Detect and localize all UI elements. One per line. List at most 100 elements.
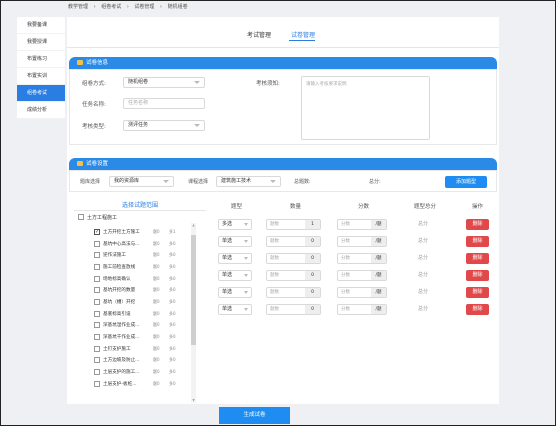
type-total-value: 总分 — [418, 221, 429, 227]
question-type-select[interactable]: 单选 — [218, 253, 252, 264]
count-stepper[interactable]: 0 — [305, 288, 320, 297]
type-select[interactable]: 测评任务 — [123, 120, 205, 131]
tree-item[interactable]: 土钉支护施工 题0 多0 — [94, 343, 202, 355]
checkbox[interactable] — [94, 357, 100, 364]
question-type-value: 单选 — [222, 272, 233, 278]
scroll-up-icon[interactable]: ▲ — [191, 223, 196, 228]
count-badge: 多0 — [169, 369, 176, 375]
tree-item[interactable]: 土层支护-板桩... 题0 多0 — [94, 378, 202, 390]
breadcrumb-item[interactable]: 组卷考试 — [101, 4, 121, 10]
count-stepper[interactable]: 0 — [305, 271, 320, 280]
sidebar-item-exercise[interactable]: 布置练习 — [17, 51, 65, 68]
tree-item[interactable]: 场地标高确认 题0 多0 — [94, 273, 202, 285]
tree-item[interactable]: ✓ 土方开挖土方施工 题0 多1 — [94, 226, 202, 238]
sidebar: 我要备课 我要授课 布置练习 布置实训 组卷考试 成绩分析 — [17, 17, 65, 119]
checkbox[interactable] — [94, 287, 100, 294]
score-input[interactable]: 分数/题 — [337, 236, 387, 247]
course-select[interactable]: 建筑施工技术 — [216, 176, 281, 187]
delete-button[interactable]: 删除 — [466, 270, 489, 281]
count-badge: 题0 — [153, 357, 160, 363]
count-stepper[interactable]: 0 — [305, 237, 320, 246]
question-type-select[interactable]: 单选 — [218, 270, 252, 281]
sidebar-item-teach[interactable]: 我要授课 — [17, 34, 65, 51]
delete-button[interactable]: 删除 — [466, 253, 489, 264]
count-input[interactable]: 题数 0 — [266, 236, 321, 247]
question-type-select[interactable]: 多选 — [218, 219, 252, 230]
mode-select[interactable]: 随机组卷 — [123, 77, 205, 88]
chevron-down-icon — [244, 308, 248, 311]
breadcrumb-separator: › — [126, 4, 129, 10]
breadcrumb-separator: › — [160, 4, 163, 10]
delete-button[interactable]: 删除 — [466, 287, 489, 298]
breadcrumb-item[interactable]: 教学管理 — [68, 4, 88, 10]
scrollbar[interactable]: ▲ ▼ — [191, 223, 196, 403]
notice-textarea[interactable]: 请输入考核要求说明 — [301, 76, 430, 140]
tree-item[interactable]: 基坑开挖的数量 题0 多0 — [94, 284, 202, 296]
tree-item-label: 基底标高引设 — [103, 311, 131, 317]
checkbox[interactable] — [94, 240, 100, 247]
checkbox[interactable] — [94, 263, 100, 270]
scroll-thumb[interactable] — [191, 235, 196, 345]
checkbox-checked[interactable]: ✓ — [94, 228, 100, 235]
tree-item[interactable]: 土方边坡及防止... 题0 多0 — [94, 355, 202, 367]
count-badge: 多0 — [169, 263, 176, 269]
question-type-select[interactable]: 单选 — [218, 304, 252, 315]
question-type-value: 单选 — [222, 255, 233, 261]
score-input[interactable]: 分数/题 — [337, 253, 387, 264]
count-stepper[interactable]: 0 — [305, 254, 320, 263]
count-input[interactable]: 题数 0 — [266, 287, 321, 298]
score-input[interactable]: 分数/题 — [337, 287, 387, 298]
tree-item[interactable]: 基坑（槽）开挖 题0 多0 — [94, 296, 202, 308]
sidebar-item-analysis[interactable]: 成绩分析 — [17, 102, 65, 119]
score-input[interactable]: 分数/题 — [337, 270, 387, 281]
question-type-row: 单选 题数 0 分数/题 总分 删除 — [213, 253, 497, 264]
count-stepper[interactable]: 0 — [305, 305, 320, 314]
tree-item[interactable]: 逆作法施工 题0 多0 — [94, 249, 202, 261]
delete-button[interactable]: 删除 — [466, 219, 489, 230]
count-input[interactable]: 题数 0 — [266, 253, 321, 264]
count-input[interactable]: 题数 0 — [266, 304, 321, 315]
score-input[interactable]: 分数/题 — [337, 304, 387, 315]
generate-paper-button[interactable]: 生成试卷 — [219, 407, 290, 424]
checkbox[interactable] — [78, 214, 84, 220]
tree-root[interactable]: 土方工程施工 — [78, 214, 117, 221]
scroll-down-icon[interactable]: ▼ — [191, 398, 196, 403]
checkbox[interactable] — [94, 252, 100, 259]
checkbox[interactable] — [94, 334, 100, 341]
question-type-select[interactable]: 单选 — [218, 287, 252, 298]
score-input[interactable]: 分数/题 — [337, 219, 387, 230]
delete-button[interactable]: 删除 — [466, 236, 489, 247]
tab-paper-management[interactable]: 试卷管理 — [291, 30, 315, 39]
tab-exam-management[interactable]: 考试管理 — [247, 30, 271, 39]
checkbox[interactable] — [94, 310, 100, 317]
tree-item-label: 深基坑干作业成... — [103, 335, 140, 341]
tree-item[interactable]: 深基坑干作业成... 题0 多0 — [94, 331, 202, 343]
tree-item[interactable]: 施工前检查放线 题0 多0 — [94, 261, 202, 273]
breadcrumb-item[interactable]: 试卷管理 — [134, 4, 154, 10]
sidebar-item-exam[interactable]: 组卷考试 — [17, 85, 65, 102]
score-unit: /题 — [371, 305, 386, 314]
checkbox[interactable] — [94, 275, 100, 282]
checkbox[interactable] — [94, 369, 100, 376]
sidebar-item-prepare[interactable]: 我要备课 — [17, 17, 65, 34]
bank-select[interactable]: 我的资源库 — [109, 176, 174, 187]
checkbox[interactable] — [94, 380, 100, 387]
task-name-input[interactable]: 任务名称 — [123, 98, 205, 109]
count-badge: 题0 — [153, 240, 160, 246]
add-question-type-button[interactable]: 添加题型 — [445, 176, 487, 188]
tree-item[interactable]: 土层支护的施工... 题0 多0 — [94, 366, 202, 378]
count-input[interactable]: 题数 0 — [266, 270, 321, 281]
sidebar-item-training[interactable]: 布置实训 — [17, 68, 65, 85]
tree-item[interactable]: 基坑中心高法与... 题0 多0 — [94, 238, 202, 250]
course-label: 课程选择 — [188, 179, 209, 185]
delete-button[interactable]: 删除 — [466, 304, 489, 315]
count-input[interactable]: 题数 1 — [266, 219, 321, 230]
question-type-select[interactable]: 单选 — [218, 236, 252, 247]
notice-label: 考核须知: — [256, 81, 280, 87]
checkbox[interactable] — [94, 345, 100, 352]
tree-item[interactable]: 基底标高引设 题0 多0 — [94, 308, 202, 320]
count-stepper[interactable]: 1 — [305, 220, 320, 229]
checkbox[interactable] — [94, 298, 100, 305]
checkbox[interactable] — [94, 322, 100, 329]
tree-item[interactable]: 深基坑湿作业成... 题0 多0 — [94, 320, 202, 332]
